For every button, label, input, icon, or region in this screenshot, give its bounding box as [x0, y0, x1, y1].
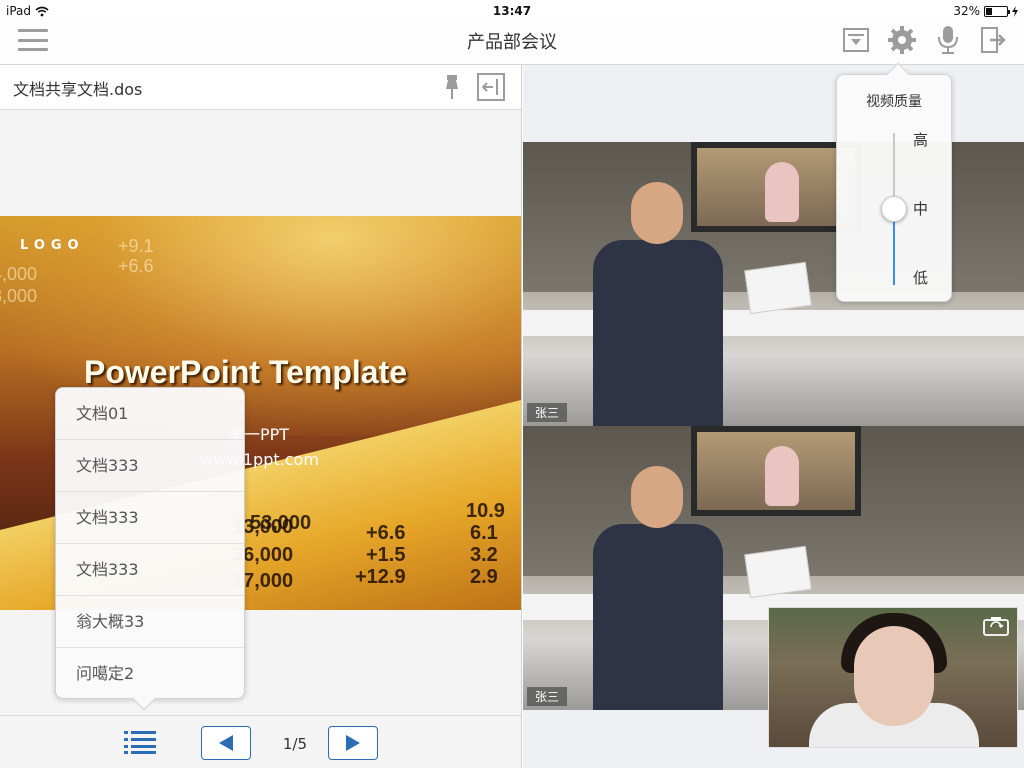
slide-title: PowerPoint Template: [84, 354, 408, 390]
quality-option-low[interactable]: 低: [913, 267, 928, 288]
collapse-button[interactable]: [477, 73, 505, 105]
participant-name-label: 张三: [527, 403, 568, 422]
page-indicator: 1/5: [282, 735, 308, 753]
slide-figure: +6.6: [366, 522, 406, 544]
quality-option-medium[interactable]: 中: [913, 198, 928, 219]
doc-list-item[interactable]: 问噶定2: [56, 648, 244, 700]
video-quality-popover: 视频质量 高 中 低: [836, 62, 952, 302]
slide-figure: +1.5: [366, 544, 406, 566]
dropdown-box-icon: [843, 28, 869, 52]
doc-list-item[interactable]: 文档333: [56, 492, 244, 544]
doc-list-item[interactable]: 翁大概33: [56, 596, 244, 648]
dropdown-box-button[interactable]: [840, 24, 872, 56]
camera-switch-icon: [983, 617, 1009, 636]
nav-tools: [840, 24, 1010, 56]
slide-figure: +9.1: [118, 236, 154, 256]
status-bar: iPad 13:47 32%: [0, 0, 1024, 22]
microphone-button[interactable]: [932, 24, 964, 56]
list-icon: [124, 731, 156, 754]
status-time: 13:47: [492, 4, 532, 18]
document-file-name: 文档共享文档.dos: [13, 80, 143, 99]
doc-list-item[interactable]: 文档333: [56, 544, 244, 596]
battery-icon: [984, 5, 1010, 17]
slide-margin-top: [0, 110, 521, 216]
charging-icon: [1012, 5, 1018, 17]
participant-name-label: 张三: [527, 687, 568, 706]
exit-icon: [981, 27, 1006, 53]
video-paper: [744, 545, 812, 599]
pin-button[interactable]: [443, 74, 461, 104]
video-participant: [593, 466, 723, 710]
gear-icon: [888, 26, 916, 54]
doc-list-item[interactable]: 文档333: [56, 440, 244, 492]
settings-button[interactable]: [886, 24, 918, 56]
microphone-icon: [938, 26, 958, 54]
exit-meeting-button[interactable]: [978, 24, 1010, 56]
pin-icon: [446, 75, 458, 99]
prev-arrow-icon: [219, 735, 233, 751]
nav-bar: 产品部会议: [0, 22, 1024, 65]
slide-figure: 2.9: [470, 566, 498, 588]
quality-slider-thumb[interactable]: [881, 196, 907, 222]
slide-figure: 10.9: [466, 500, 505, 522]
slide-figure: +12.9: [355, 566, 406, 588]
next-page-button[interactable]: [328, 726, 378, 760]
slide-figure: 8,000: [0, 286, 38, 306]
slide-figure: +6.6: [118, 256, 154, 276]
slide-figure: 3.2: [470, 544, 498, 566]
camera-switch-button[interactable]: [983, 616, 1009, 636]
doc-list-item[interactable]: 文档01: [56, 388, 244, 440]
video-paper: [744, 261, 812, 315]
video-quality-title: 视频质量: [866, 94, 922, 110]
collapse-icon: [477, 73, 505, 101]
document-list-popover: 文档01 文档333 文档333 文档333 翁大概33 问噶定2: [55, 387, 245, 711]
self-camera-view[interactable]: [768, 607, 1018, 748]
previous-page-button[interactable]: [201, 726, 251, 760]
video-participant: [593, 182, 723, 426]
battery-percent: 32%: [953, 4, 980, 18]
document-header: 文档共享文档.dos: [0, 65, 521, 110]
next-arrow-icon: [346, 735, 360, 751]
battery-fill: [986, 7, 993, 15]
status-right: 32%: [953, 4, 1018, 18]
slide-figure: 6.1: [470, 522, 498, 544]
slide-logo: LOGO: [20, 238, 85, 253]
slide-figure: 4,000: [0, 264, 38, 284]
doc-list-button[interactable]: [124, 730, 156, 758]
document-toolbar: 1/5: [0, 715, 521, 768]
quality-option-high[interactable]: 高: [913, 129, 928, 150]
